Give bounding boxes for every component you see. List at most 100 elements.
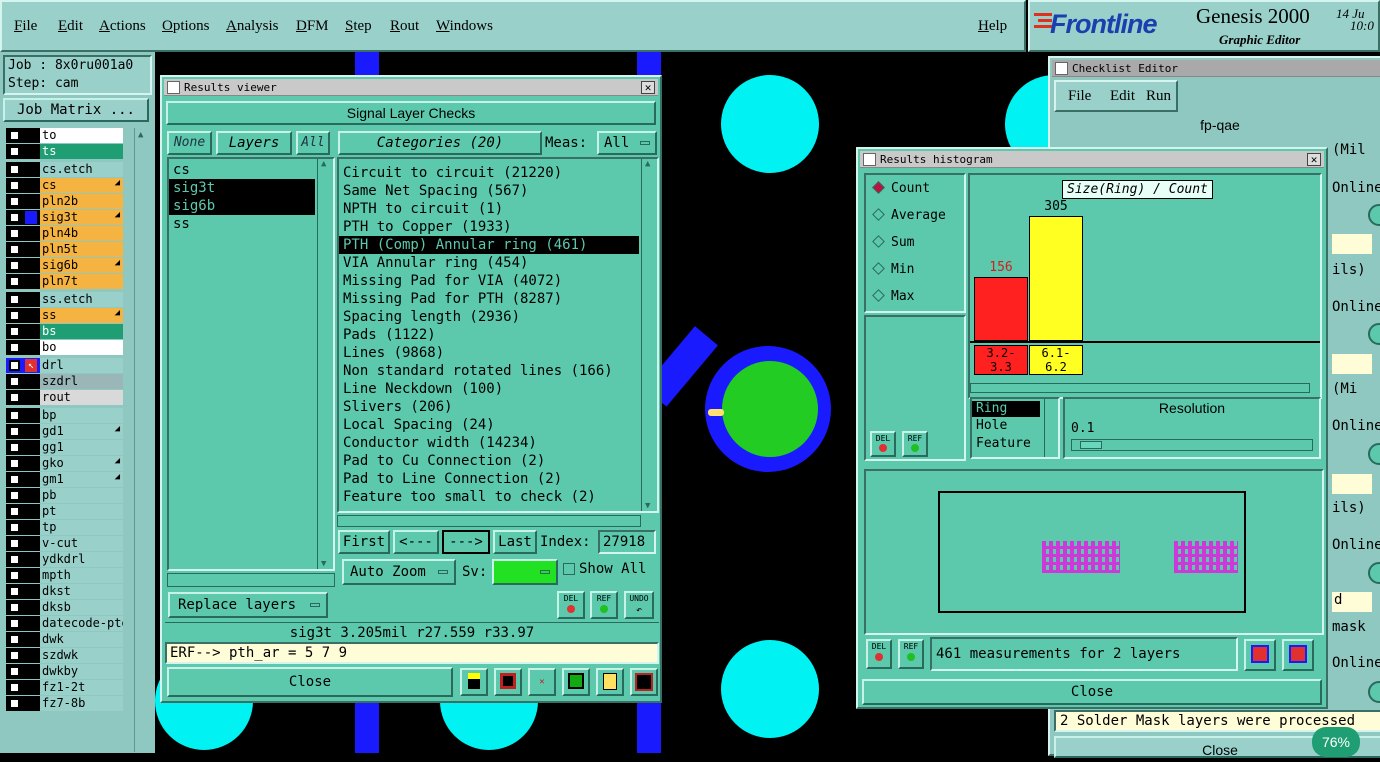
layer-checkbox[interactable] [9,212,20,223]
index-field[interactable]: 27918 [598,530,656,554]
layer-checkbox[interactable] [9,180,20,191]
tool-icon-2[interactable] [494,668,522,696]
result-layer-item[interactable]: sig6b [169,197,315,215]
category-item[interactable]: VIA Annular ring (454) [339,254,639,272]
zoom-in-icon[interactable] [1368,204,1380,226]
first-button[interactable]: First [338,530,390,554]
preview-ref-button[interactable]: REF [898,639,924,669]
layer-checkbox[interactable] [9,310,20,321]
layer-name[interactable]: fz1-2t [40,680,123,695]
layer-name[interactable]: gd1 [40,424,123,439]
import-icon[interactable] [1282,639,1314,671]
layer-checkbox[interactable] [9,602,20,613]
layer-name[interactable]: to [40,128,123,143]
category-item[interactable]: Line Neckdown (100) [339,380,639,398]
layer-row[interactable]: pln5t [6,242,123,257]
prev-button[interactable]: <--- [393,530,439,554]
result-layer-item[interactable]: cs [169,161,315,179]
layer-checkbox[interactable] [9,554,20,565]
category-item[interactable]: Circuit to circuit (21220) [339,164,639,182]
layer-checkbox[interactable] [9,146,20,157]
layer-checkbox[interactable] [9,634,20,645]
category-item[interactable]: Pads (1122) [339,326,639,344]
layer-row[interactable]: ydkdrl [6,552,123,567]
layer-row[interactable]: gd1 ◢ [6,424,123,439]
layer-name[interactable]: gg1 [40,440,123,455]
signal-layer-checks-header[interactable]: Signal Layer Checks [166,101,656,125]
layer-checkbox[interactable] [9,490,20,501]
layer-row[interactable]: dksb [6,600,123,615]
layer-name[interactable]: fz7-8b [40,696,123,711]
layer-name[interactable]: szdrl [40,374,123,389]
zoom-in-icon[interactable] [1368,562,1380,584]
category-item[interactable]: Feature too small to check (2) [339,488,639,506]
layer-name[interactable]: rout [40,390,123,405]
radio-count[interactable]: Count [872,181,930,196]
layer-row[interactable]: tp [6,520,123,535]
layer-row[interactable]: pln7t [6,274,123,289]
layer-row[interactable]: dwkby [6,664,123,679]
histogram-hscrollbar[interactable] [970,383,1310,393]
layer-name[interactable]: pln4b [40,226,123,241]
layer-row[interactable]: pt [6,504,123,519]
sv-color-dropdown[interactable] [492,559,558,585]
checklist-menu-run[interactable]: Run [1146,88,1171,105]
auto-zoom-dropdown[interactable]: Auto Zoom [342,559,456,585]
category-item[interactable]: Pad to Line Connection (2) [339,470,639,488]
close-button[interactable]: Close [167,667,453,697]
category-item[interactable]: NPTH to circuit (1) [339,200,639,218]
layer-list-hscrollbar[interactable] [167,573,335,587]
histogram-del-button[interactable]: DEL [870,431,896,457]
results-viewer-titlebar[interactable]: Results viewer ✕ [164,79,658,96]
layer-checkbox[interactable] [9,650,20,661]
last-button[interactable]: Last [493,530,537,554]
layer-checkbox[interactable] [9,294,20,305]
layer-checkbox[interactable] [9,570,20,581]
category-item[interactable]: Slivers (206) [339,398,639,416]
category-item[interactable]: Local Spacing (24) [339,416,639,434]
replace-layers-dropdown[interactable]: Replace layers [168,592,328,618]
radio-min[interactable]: Min [872,262,914,277]
resolution-slider[interactable] [1071,439,1313,451]
category-item[interactable]: Pad to Cu Connection (2) [339,452,639,470]
layer-name[interactable]: pln5t [40,242,123,257]
category-item[interactable]: Conductor width (14234) [339,434,639,452]
layer-name[interactable]: pb [40,488,123,503]
category-list-scrollbar[interactable]: ▲ ▼ [641,159,657,511]
preview-del-button[interactable]: DEL [866,639,892,669]
category-item[interactable]: Lines (9868) [339,344,639,362]
layer-name[interactable]: bo [40,340,123,355]
layer-checkbox[interactable] [9,474,20,485]
layer-row[interactable]: ↖ drl [6,358,123,373]
layer-name[interactable]: dkst [40,584,123,599]
layer-checkbox[interactable] [9,666,20,677]
layer-checkbox[interactable] [9,360,20,371]
del-button[interactable]: DEL [557,591,585,619]
layer-checkbox[interactable] [9,130,20,141]
layer-name[interactable]: bs [40,324,123,339]
layer-row[interactable]: sig3t ◢ [6,210,123,225]
histogram-ref-button[interactable]: REF [902,431,928,457]
layer-name[interactable]: mpth [40,568,123,583]
radio-average[interactable]: Average [872,208,946,223]
menu-windows[interactable]: Windows [436,18,493,35]
category-item[interactable]: Spacing length (2936) [339,308,639,326]
layer-checkbox[interactable] [9,426,20,437]
preview-frame[interactable] [938,491,1246,613]
layer-row[interactable]: to [6,128,123,143]
tool-icon-3[interactable]: ✕ [528,668,556,696]
undo-button[interactable]: UNDO ↶ [624,591,654,619]
layer-checkbox[interactable] [9,342,20,353]
layer-name[interactable]: dwk [40,632,123,647]
layer-row[interactable]: pln4b [6,226,123,241]
slider-thumb[interactable] [1080,441,1102,449]
layer-row[interactable]: gg1 [6,440,123,455]
menu-options[interactable]: Options [162,18,210,35]
zoom-in-icon[interactable] [1368,443,1380,465]
result-layer-item[interactable]: ss [169,215,315,233]
layer-name[interactable]: cs [40,178,123,193]
meas-dropdown[interactable]: All [597,131,657,155]
tool-icon-1[interactable] [460,668,488,696]
layer-row[interactable]: pln2b [6,194,123,209]
result-layer-item[interactable]: sig3t [169,179,315,197]
